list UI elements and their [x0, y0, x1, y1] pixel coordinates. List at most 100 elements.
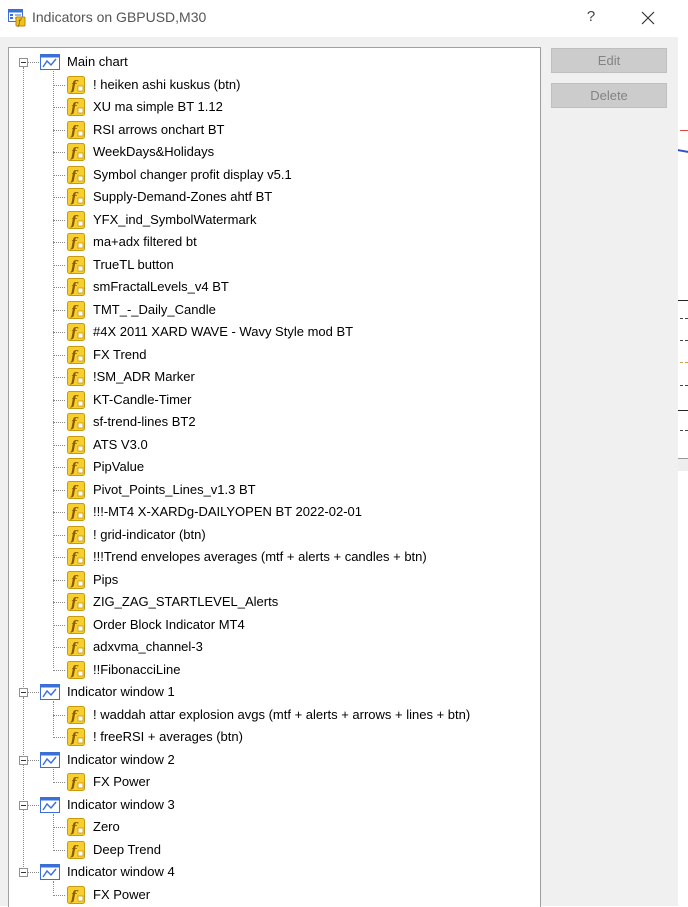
connector-line	[53, 287, 65, 288]
indicator-item[interactable]: f KT-Candle-Timer	[9, 389, 537, 411]
connector-line	[53, 714, 65, 716]
connector-line	[28, 804, 39, 806]
indicator-name: !SM_ADR Marker	[93, 369, 195, 384]
custom-indicator-icon: f	[67, 233, 85, 251]
indicator-name: TrueTL button	[93, 256, 174, 272]
indicator-item[interactable]: f RSI arrows onchart BT	[9, 119, 537, 141]
indicator-item[interactable]: f !!!-MT4 X-XARDg-DAILYOPEN BT 2022-02-01	[9, 501, 537, 523]
indicator-name: !!!Trend envelopes averages (mtf + alert…	[93, 549, 427, 564]
collapse-toggle[interactable]	[19, 688, 28, 697]
custom-indicator-icon: f	[67, 458, 85, 476]
indicator-item[interactable]: f ATS V3.0	[9, 434, 537, 456]
custom-indicator-icon: f	[67, 660, 85, 679]
tree-group-0[interactable]: Main chart	[9, 51, 537, 73]
connector-line	[53, 129, 65, 131]
indicator-name: sf-trend-lines BT2	[93, 414, 196, 429]
indicator-item[interactable]: f Pivot_Points_Lines_v1.3 BT	[9, 479, 537, 501]
indicator-name: ! freeRSI + averages (btn)	[93, 729, 243, 744]
connector-line	[28, 872, 39, 873]
indicator-tree[interactable]: Main chart f ! heiken ashi kuskus (btn) f XU…	[8, 47, 541, 907]
connector-line	[53, 399, 65, 401]
indicator-name: Deep Trend	[93, 841, 161, 857]
indicator-name: ATS V3.0	[93, 436, 148, 452]
help-button[interactable]: ?	[580, 6, 602, 28]
indicator-name: PipValue	[93, 459, 145, 474]
delete-button[interactable]: Delete	[551, 83, 667, 108]
indicator-item[interactable]: f YFX_ind_SymbolWatermark	[9, 209, 537, 231]
connector-line	[53, 827, 65, 828]
connector-line	[53, 512, 65, 513]
indicator-name: Zero	[93, 819, 120, 834]
custom-indicator-icon: f	[67, 638, 85, 656]
indicator-item[interactable]: f Pips	[9, 569, 537, 591]
indicator-item[interactable]: f ! grid-indicator (btn)	[9, 524, 537, 546]
custom-indicator-icon: f	[67, 278, 85, 296]
indicator-item[interactable]: f XU ma simple BT 1.12	[9, 96, 537, 118]
indicator-item[interactable]: f TMT_-_Daily_Candle	[9, 299, 537, 321]
close-icon[interactable]	[636, 6, 660, 30]
collapse-toggle[interactable]	[19, 755, 28, 765]
tree-group-label: Indicator window 2	[67, 751, 175, 767]
connector-line	[53, 489, 65, 491]
connector-line	[53, 557, 65, 558]
indicator-item[interactable]: f ! heiken ashi kuskus (btn)	[9, 74, 537, 96]
tree-group-3[interactable]: Indicator window 3	[9, 794, 537, 816]
indicator-item[interactable]: f sf-trend-lines BT2	[9, 411, 537, 433]
indicator-item[interactable]: f #4X 2011 XARD WAVE - Wavy Style mod BT	[9, 321, 537, 343]
edit-button[interactable]: Edit	[551, 48, 667, 73]
indicator-item[interactable]: f ! freeRSI + averages (btn)	[9, 726, 537, 748]
indicator-item[interactable]: f FX Power	[9, 771, 537, 793]
indicator-item[interactable]: f !!FibonacciLine	[9, 659, 537, 681]
tree-group-1[interactable]: Indicator window 1	[9, 681, 537, 703]
indicator-name: XU ma simple BT 1.12	[93, 99, 223, 114]
indicator-item[interactable]: f Deep Trend	[9, 839, 537, 861]
custom-indicator-icon: f	[67, 368, 85, 386]
indicator-item[interactable]: f Symbol changer profit display v5.1	[9, 164, 537, 186]
connector-line	[53, 84, 65, 86]
dialog-body: Main chart f ! heiken ashi kuskus (btn) f XU…	[0, 37, 678, 907]
connector-line	[53, 219, 65, 221]
indicator-item[interactable]: f PipValue	[9, 456, 537, 478]
indicator-name: RSI arrows onchart BT	[93, 121, 225, 137]
connector-line	[53, 107, 65, 108]
indicators-app-icon: f	[8, 9, 26, 27]
indicator-item[interactable]: f WeekDays&Holidays	[9, 141, 537, 163]
custom-indicator-icon: f	[67, 593, 85, 611]
indicator-item[interactable]: f Supply-Demand-Zones ahtf BT	[9, 186, 537, 208]
indicator-name: TMT_-_Daily_Candle	[93, 301, 216, 317]
tree-group-4[interactable]: Indicator window 4	[9, 861, 537, 883]
collapse-toggle[interactable]	[19, 800, 28, 810]
indicator-item[interactable]: f adxvma_channel-3	[9, 636, 537, 658]
collapse-toggle[interactable]	[19, 868, 28, 877]
connector-line	[53, 647, 65, 648]
indicator-name: Symbol changer profit display v5.1	[93, 166, 292, 182]
indicator-item[interactable]: f Zero	[9, 816, 537, 838]
indicator-name: ! waddah attar explosion avgs (mtf + ale…	[93, 706, 471, 722]
indicator-item[interactable]: f FX Power	[9, 884, 537, 906]
connector-line	[53, 602, 65, 603]
connector-line	[53, 782, 65, 783]
indicator-name: Supply-Demand-Zones ahtf BT	[93, 189, 273, 204]
indicator-item[interactable]: f FX Trend	[9, 344, 537, 366]
root-connector-line	[23, 809, 24, 867]
indicator-item[interactable]: f smFractalLevels_v4 BT	[9, 276, 537, 298]
indicator-item[interactable]: f TrueTL button	[9, 254, 537, 276]
indicator-item[interactable]: f Order Block Indicator MT4	[9, 614, 537, 636]
connector-line	[53, 354, 65, 356]
indicator-name: FX Power	[93, 774, 151, 789]
connector-line	[53, 444, 65, 446]
indicator-item[interactable]: f ZIG_ZAG_STARTLEVEL_Alerts	[9, 591, 537, 613]
indicator-item[interactable]: f ma+adx filtered bt	[9, 231, 537, 253]
indicator-item[interactable]: f !SM_ADR Marker	[9, 366, 537, 388]
tree-group-2[interactable]: Indicator window 2	[9, 749, 537, 771]
custom-indicator-icon: f	[67, 75, 85, 94]
indicator-item[interactable]: f !!!Trend envelopes averages (mtf + aler…	[9, 546, 537, 568]
collapse-toggle[interactable]	[19, 58, 28, 67]
indicator-name: Pivot_Points_Lines_v1.3 BT	[93, 481, 256, 497]
indicator-name: YFX_ind_SymbolWatermark	[93, 211, 257, 227]
tree-group-label: Main chart	[67, 54, 128, 69]
indicator-name: !!FibonacciLine	[93, 661, 181, 677]
connector-line	[53, 579, 65, 581]
custom-indicator-icon: f	[67, 503, 85, 521]
indicator-item[interactable]: f ! waddah attar explosion avgs (mtf + al…	[9, 704, 537, 726]
